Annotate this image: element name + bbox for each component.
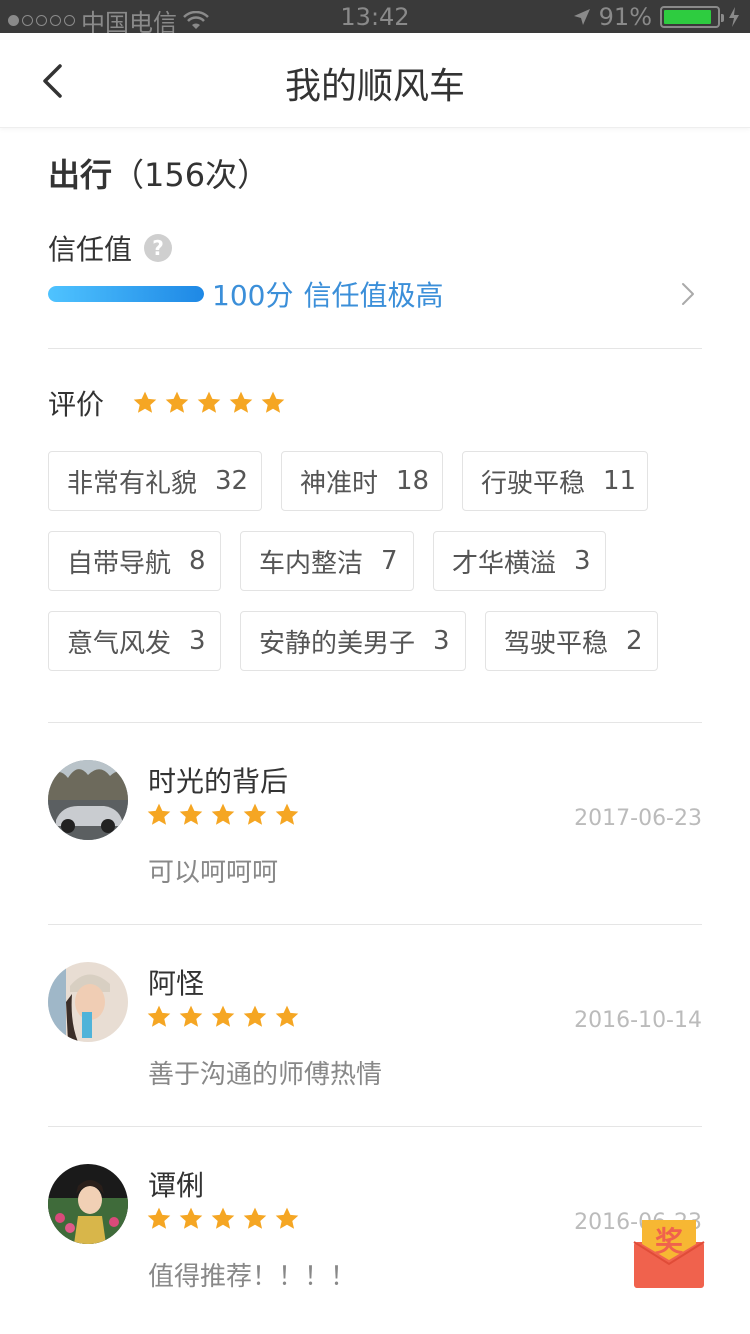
location-arrow-icon: [573, 9, 590, 25]
evaluation-tag[interactable]: 才华横溢 3: [433, 531, 606, 591]
tag-count: 18: [396, 466, 430, 496]
review-item: 谭俐 2016-06-23 值得推荐！！！！: [48, 1156, 702, 1306]
reviewer-name: 阿怪: [148, 967, 205, 1000]
trust-level: 信任值极高: [303, 279, 444, 312]
tag-label: 才华横溢: [452, 548, 557, 579]
star-icon: [147, 803, 171, 825]
star-icon: [133, 391, 157, 413]
evaluation-tag[interactable]: 驾驶平稳 2: [485, 611, 658, 671]
star-icon: [261, 391, 285, 413]
tag-label: 非常有礼貌: [67, 468, 198, 499]
trust-score: 100分: [212, 279, 294, 312]
review-stars: [146, 1206, 300, 1232]
divider: [48, 1126, 702, 1127]
review-item: 时光的背后 2017-06-23 可以呵呵呵: [48, 752, 702, 902]
trips-label: 出行: [48, 156, 113, 194]
rating-stars: [132, 390, 286, 416]
evaluation-tag[interactable]: 神准时 18: [281, 451, 443, 511]
star-icon: [243, 1005, 267, 1027]
tag-label: 行驶平稳: [481, 468, 586, 499]
avatar[interactable]: [48, 760, 128, 840]
tag-count: 8: [189, 546, 206, 576]
trust-label: 信任值: [48, 233, 133, 266]
tag-count: 3: [574, 546, 591, 576]
chevron-right-icon: [682, 283, 694, 305]
tag-count: 32: [215, 466, 249, 496]
star-icon: [229, 391, 253, 413]
review-text: 善于沟通的师傅热情: [148, 1060, 383, 1090]
divider: [48, 348, 702, 349]
evaluation-tag[interactable]: 安静的美男子 3: [240, 611, 466, 671]
star-icon: [275, 1207, 299, 1229]
star-icon: [211, 803, 235, 825]
star-icon: [147, 1207, 171, 1229]
review-text: 值得推荐！！！！: [148, 1262, 357, 1292]
trust-progress-fill: [48, 286, 204, 302]
tag-count: 3: [189, 626, 206, 656]
evaluation-tag[interactable]: 自带导航 8: [48, 531, 221, 591]
battery-percent: 91%: [598, 3, 652, 31]
tag-label: 神准时: [300, 468, 379, 499]
page-title: 我的顺风车: [284, 66, 465, 107]
trips-count: （156次）: [112, 156, 270, 194]
trust-score-row[interactable]: 100分 信任值极高: [48, 272, 702, 316]
tag-label: 安静的美男子: [259, 628, 416, 659]
star-icon: [275, 803, 299, 825]
avatar[interactable]: [48, 962, 128, 1042]
star-icon: [179, 803, 203, 825]
review-text: 可以呵呵呵: [148, 858, 279, 888]
review-date: 2016-10-14: [574, 1008, 702, 1033]
reward-button[interactable]: 奖: [632, 1216, 706, 1290]
charging-bolt-icon: [729, 7, 739, 27]
evaluation-tag[interactable]: 车内整洁 7: [240, 531, 414, 591]
rating-label: 评价: [48, 388, 105, 421]
review-stars: [146, 1004, 300, 1030]
reward-label: 奖: [654, 1225, 683, 1258]
question-icon[interactable]: ?: [144, 234, 173, 262]
avatar[interactable]: [48, 1164, 128, 1244]
nav-bar: 我的顺风车: [0, 33, 750, 128]
star-icon: [211, 1005, 235, 1027]
star-icon: [179, 1207, 203, 1229]
tag-count: 11: [603, 466, 637, 496]
tag-count: 2: [626, 626, 643, 656]
star-icon: [165, 391, 189, 413]
star-icon: [243, 1207, 267, 1229]
star-icon: [275, 1005, 299, 1027]
tag-count: 3: [433, 626, 450, 656]
star-icon: [197, 391, 221, 413]
divider: [48, 722, 702, 723]
status-bar: 中国电信 13:42 91%: [0, 0, 750, 37]
tag-label: 驾驶平稳: [504, 628, 609, 659]
tag-count: 7: [381, 546, 398, 576]
evaluation-tag[interactable]: 行驶平稳 11: [462, 451, 648, 511]
tag-label: 意气风发: [67, 628, 172, 659]
tag-label: 自带导航: [67, 548, 172, 579]
star-icon: [243, 803, 267, 825]
trips-heading: 出行（156次）: [48, 150, 269, 196]
trust-progress-bar: [48, 286, 204, 302]
evaluation-tag[interactable]: 意气风发 3: [48, 611, 221, 671]
battery-icon: [660, 6, 724, 28]
review-date: 2017-06-23: [574, 806, 702, 831]
battery-fill: [664, 10, 712, 24]
status-right: 91%: [573, 3, 740, 31]
review-stars: [146, 802, 300, 828]
star-icon: [211, 1207, 235, 1229]
tag-label: 车内整洁: [259, 548, 364, 579]
star-icon: [179, 1005, 203, 1027]
reviewer-name: 时光的背后: [148, 765, 289, 798]
trust-label-row: 信任值 ?: [48, 228, 173, 268]
reviewer-name: 谭俐: [148, 1169, 205, 1202]
rating-row: 评价: [48, 383, 286, 423]
evaluation-tag[interactable]: 非常有礼貌 32: [48, 451, 262, 511]
star-icon: [147, 1005, 171, 1027]
divider: [48, 924, 702, 925]
review-item: 阿怪 2016-10-14 善于沟通的师傅热情: [48, 954, 702, 1104]
